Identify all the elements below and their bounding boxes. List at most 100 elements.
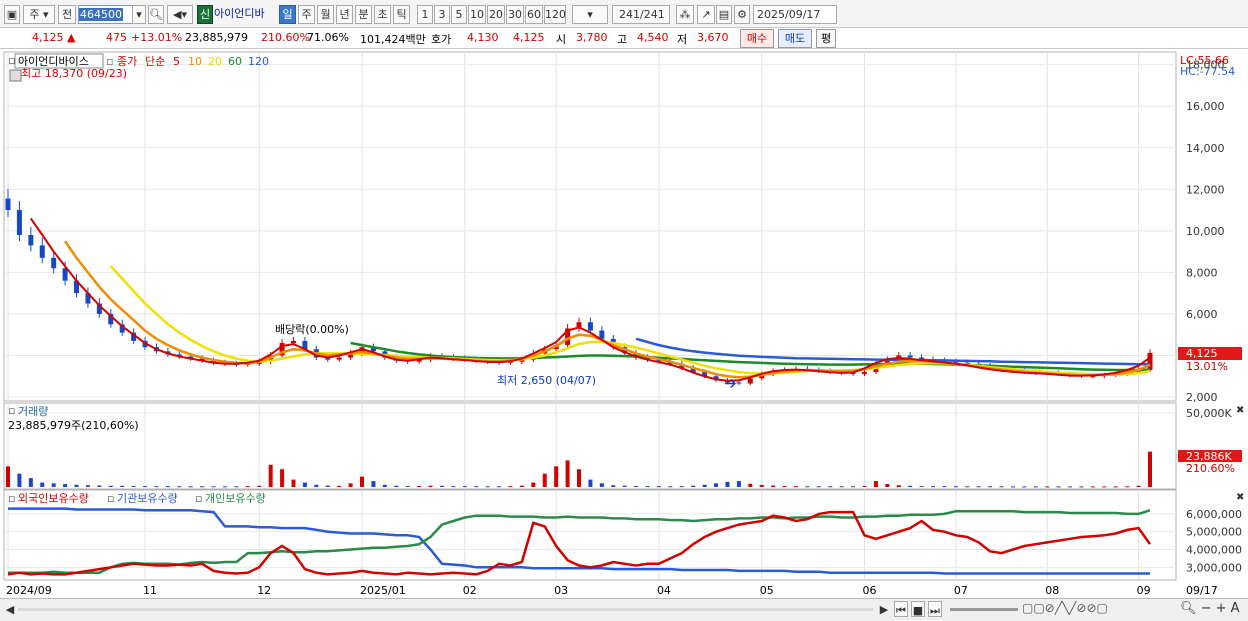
- candle-body-79: [907, 355, 913, 358]
- volume-bar-77: [885, 484, 890, 487]
- period-button-2[interactable]: 월: [317, 5, 334, 24]
- candle-body-51: [587, 322, 593, 331]
- scroll-left-icon[interactable]: ◀: [4, 601, 16, 617]
- period-button-1[interactable]: 주: [298, 5, 315, 24]
- period-button-4[interactable]: 분: [355, 5, 372, 24]
- code-dropdown-icon[interactable]: ▾: [132, 5, 146, 24]
- market-select[interactable]: 주 ▾: [23, 5, 55, 24]
- volume-bar-61: [702, 484, 707, 487]
- gear-icon[interactable]: ⚙: [734, 5, 750, 24]
- layout-icon[interactable]: [9, 69, 22, 82]
- volume-bar-100: [1148, 451, 1152, 487]
- volume-bar-47: [542, 473, 547, 487]
- volume-close-icon[interactable]: ✖: [1236, 405, 1244, 416]
- volume-bar-23: [268, 464, 273, 487]
- minute-button-5[interactable]: 5: [451, 5, 467, 24]
- window-icon[interactable]: ▣: [4, 5, 20, 24]
- scrollbar-track[interactable]: [18, 608, 873, 611]
- minute-button-120[interactable]: 120: [544, 5, 566, 24]
- volume-bar-25: [291, 479, 296, 487]
- low-annotation: 최저 2,650 (04/07): [497, 374, 596, 387]
- link-icon[interactable]: ⁂: [676, 5, 694, 24]
- volume-bar-59: [679, 486, 684, 488]
- save-icon[interactable]: ▤: [716, 5, 732, 24]
- period-button-5[interactable]: 초: [374, 5, 391, 24]
- stop-icon[interactable]: ■: [911, 601, 925, 617]
- minute-button-20[interactable]: 20: [487, 5, 505, 24]
- volume-bar-37: [428, 485, 433, 487]
- legend-dot-3: ▫: [195, 492, 202, 505]
- holdings-close-icon[interactable]: ✖: [1236, 492, 1244, 503]
- prev-button[interactable]: 전: [58, 5, 76, 24]
- volume-bar-8: [97, 485, 102, 487]
- count-total: /241: [640, 8, 665, 21]
- period-button-0[interactable]: 일: [279, 5, 296, 24]
- volume-bar-45: [519, 485, 524, 487]
- period-button-6[interactable]: 틱: [393, 5, 410, 24]
- xtick-7: 05: [760, 584, 774, 597]
- scroll-right-icon[interactable]: ▶: [878, 601, 890, 617]
- volume-bar-41: [474, 486, 479, 488]
- volume-bar-56: [645, 486, 650, 488]
- xtick-10: 08: [1045, 584, 1059, 597]
- candle-body-75: [862, 372, 867, 375]
- volume-bar-24: [280, 469, 285, 487]
- bid: 4,125: [513, 31, 545, 44]
- minute-button-3[interactable]: 3: [434, 5, 450, 24]
- candle-body-3: [39, 245, 45, 258]
- legend-ma120: 120: [248, 55, 269, 68]
- stock-name: 아이언디바: [214, 7, 265, 20]
- hc-label: HC:-77.54: [1180, 65, 1235, 78]
- avg-button[interactable]: 평: [816, 29, 836, 48]
- interval-select[interactable]: ▾: [572, 5, 608, 24]
- volume-bar-67: [771, 485, 776, 487]
- legend-inst: 기관보유수량: [117, 492, 178, 505]
- date-field[interactable]: 2025/09/17: [753, 5, 837, 24]
- search-icon[interactable]: 🔍︎: [148, 5, 164, 24]
- buy-button[interactable]: 매수: [740, 29, 774, 48]
- xtick-last: 09/17: [1186, 584, 1218, 597]
- volume-bar-15: [177, 486, 182, 488]
- dividend-annotation: 배당락(0.00%): [275, 323, 349, 336]
- last-change: 13.01%: [1186, 360, 1228, 373]
- ytick-0: 2,000: [1186, 391, 1218, 404]
- minute-button-60[interactable]: 60: [525, 5, 543, 24]
- last-icon[interactable]: ⏭: [928, 601, 942, 617]
- minute-button-30[interactable]: 30: [506, 5, 524, 24]
- quote-bar: 4,125 ▲ 475 +13.01% 23,885,979 210.60% 7…: [0, 28, 1248, 49]
- volume-bar-7: [85, 485, 90, 487]
- candle-body-29: [336, 357, 342, 360]
- volume-bar-48: [554, 466, 559, 487]
- draw-icon[interactable]: ↗: [697, 5, 715, 24]
- count-value: 241: [619, 8, 640, 21]
- holdings-ytick-2: 5,000,000: [1186, 526, 1242, 539]
- speaker-icon[interactable]: ◀▾: [167, 5, 193, 24]
- volume-bar-35: [405, 485, 410, 487]
- minute-button-1[interactable]: 1: [417, 5, 433, 24]
- volume-bar-92: [1056, 486, 1061, 488]
- volume-panel-icon[interactable]: ▫: [8, 404, 15, 417]
- credit-badge: 신: [197, 5, 213, 24]
- candle-body-4: [51, 257, 57, 269]
- period-button-3[interactable]: 년: [336, 5, 353, 24]
- count-field[interactable]: 241/241: [612, 5, 670, 24]
- market-label: 주: [29, 8, 40, 21]
- chart-svg: 2,0004,0006,0008,00010,00012,00014,00016…: [3, 51, 1244, 597]
- volume-bar-28: [325, 485, 330, 487]
- holdings-panel-icon[interactable]: ▫: [8, 492, 15, 505]
- minute-button-10[interactable]: 10: [468, 5, 486, 24]
- zoom-icons[interactable]: 🔍︎ − + A: [1180, 601, 1240, 616]
- volume-bar-14: [165, 486, 170, 488]
- panel-icon[interactable]: ▫: [8, 54, 15, 67]
- tool-icons[interactable]: ▢▢⊘╱╲╱⊘⊘▢: [1022, 601, 1108, 615]
- volume-title: 거래량: [18, 405, 48, 418]
- volume-bar-97: [1113, 486, 1118, 488]
- legend-dot-2: ▫: [107, 492, 114, 505]
- zoom-slider[interactable]: [950, 608, 1018, 611]
- xtick-9: 07: [954, 584, 968, 597]
- volume-bar-53: [611, 485, 616, 487]
- sell-button[interactable]: 매도: [778, 29, 812, 48]
- first-icon[interactable]: ⏮: [894, 601, 908, 617]
- volume-bar-95: [1090, 486, 1095, 488]
- volume-bar-88: [1010, 486, 1015, 488]
